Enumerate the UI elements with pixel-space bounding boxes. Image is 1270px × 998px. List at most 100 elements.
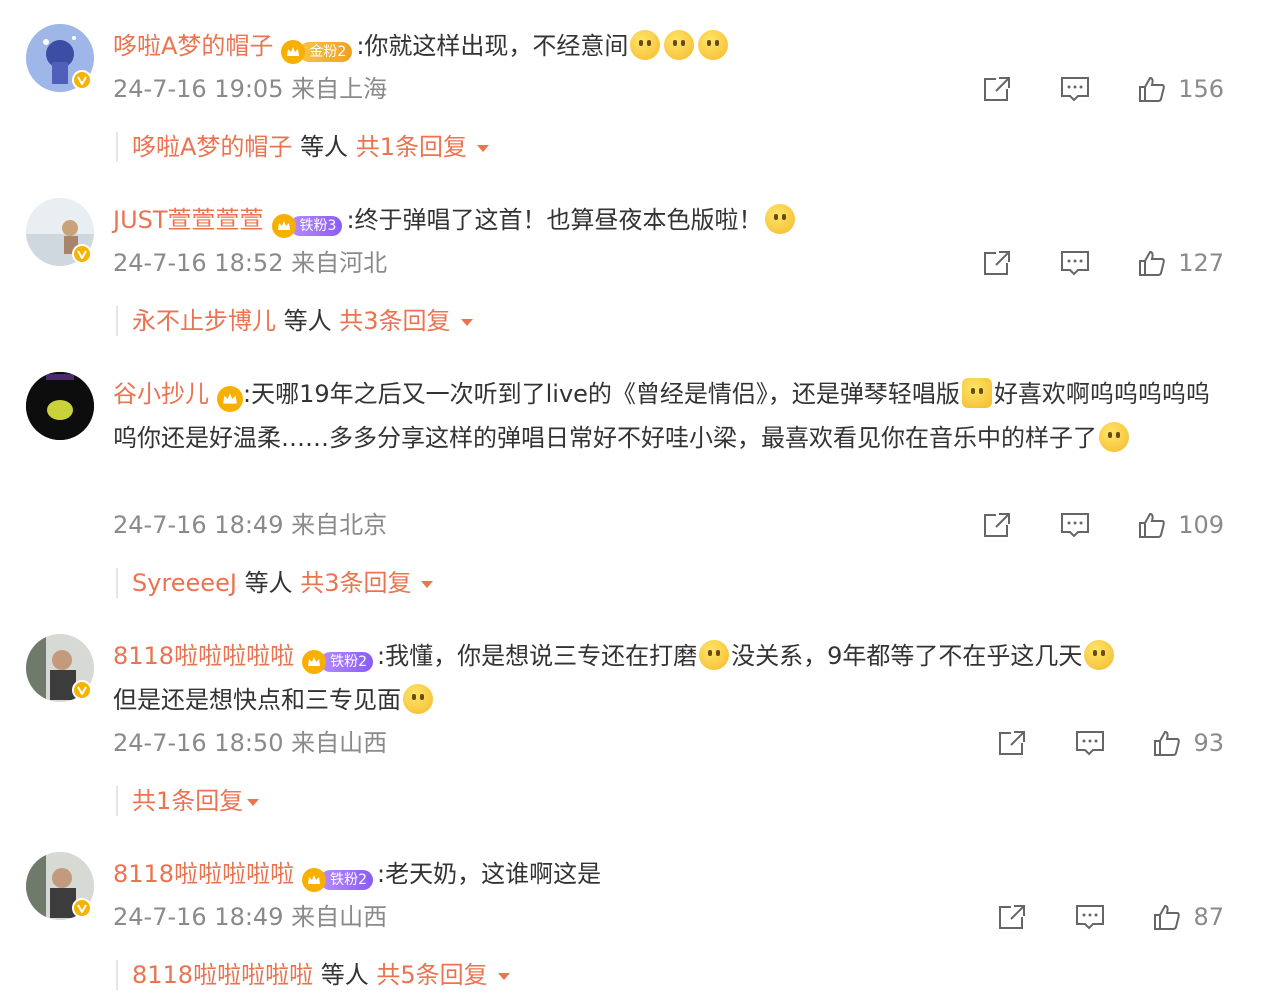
comment-time: 24-7-16 18:50 (113, 729, 284, 757)
comment-actions: 156 (982, 74, 1224, 104)
thumbs-up-icon (1139, 76, 1165, 102)
like-button[interactable]: 93 (1153, 728, 1224, 758)
sad-emoji-icon (403, 684, 433, 714)
comment-content: 8118啦啦啦啦啦 铁粉2:我懂，你是想说三专还在打磨 没关系，9年都等了不在乎这几… (113, 634, 1228, 722)
reply-count[interactable]: 共5条回复 (376, 961, 487, 989)
verified-icon (72, 898, 92, 918)
comment-username[interactable]: 8118啦啦啦啦啦 (113, 860, 294, 888)
like-button[interactable]: 87 (1153, 902, 1224, 932)
comment-meta: 24-7-16 18:50 来自山西 (113, 728, 387, 758)
comment-username[interactable]: 8118啦啦啦啦啦 (113, 642, 294, 670)
crown-icon (281, 40, 306, 64)
share-button[interactable] (982, 75, 1012, 103)
comment-item: 哆啦A梦的帽子 金粉2:你就这样出现，不经意间 24-7-16 19:05 来自上… (0, 24, 1270, 174)
share-icon (984, 77, 1011, 101)
share-button[interactable] (997, 729, 1027, 757)
avatar[interactable] (26, 372, 94, 440)
chevron-down-icon (460, 319, 473, 326)
crown-icon (217, 386, 243, 412)
comment-time: 24-7-16 18:49 (113, 903, 284, 931)
like-count: 87 (1193, 903, 1224, 931)
like-count: 109 (1178, 511, 1224, 539)
comment-button[interactable] (1060, 249, 1090, 277)
comment-username[interactable]: JUST萱萱萱萱 (113, 206, 264, 234)
comment-button[interactable] (1060, 511, 1090, 539)
fan-badge: 金粉2 (281, 39, 353, 65)
like-count: 127 (1178, 249, 1224, 277)
like-count: 156 (1178, 75, 1224, 103)
share-button[interactable] (982, 249, 1012, 277)
comment-content: 8118啦啦啦啦啦 铁粉2:老天奶，这谁啊这是 (113, 852, 1228, 896)
chevron-down-icon (247, 799, 260, 806)
reply-summary[interactable]: 哆啦A梦的帽子 等人 共1条回复 (116, 132, 489, 162)
share-icon (984, 513, 1011, 537)
comment-button[interactable] (1075, 729, 1105, 757)
comment-actions: 93 (997, 728, 1224, 758)
fan-badge-label: 铁粉2 (320, 870, 373, 890)
like-button[interactable]: 127 (1138, 248, 1224, 278)
reply-username[interactable]: 哆啦A梦的帽子 (132, 133, 292, 161)
reply-summary[interactable]: SyreeeeJ 等人 共3条回复 (116, 568, 434, 598)
like-button[interactable]: 109 (1138, 510, 1224, 540)
comment-content: 哆啦A梦的帽子 金粉2:你就这样出现，不经意间 (113, 24, 1228, 68)
reply-count[interactable]: 共1条回复 (356, 133, 467, 161)
comment-icon (1061, 513, 1090, 538)
comment-content: JUST萱萱萱萱 铁粉3:终于弹唱了这首！也算昼夜本色版啦！ (113, 198, 1228, 242)
comment-text: :你就这样出现，不经意间 (356, 32, 629, 60)
fan-badge-label: 铁粉2 (320, 652, 373, 672)
reply-summary[interactable]: 8118啦啦啦啦啦 等人 共5条回复 (116, 960, 510, 990)
reply-summary[interactable]: 共1条回复 (116, 786, 260, 816)
reply-username[interactable]: 8118啦啦啦啦啦 (132, 961, 313, 989)
reply-count[interactable]: 共3条回复 (300, 569, 411, 597)
comment-location: 来自山西 (291, 729, 388, 757)
dog-emoji-icon (961, 378, 992, 408)
comment-meta: 24-7-16 18:49 来自北京 (113, 510, 387, 540)
comment-actions: 109 (982, 510, 1224, 540)
comment-time: 24-7-16 18:49 (113, 511, 284, 539)
comment-username[interactable]: 哆啦A梦的帽子 (113, 32, 273, 60)
verified-icon (72, 680, 92, 700)
thumbs-up-icon (1154, 904, 1181, 930)
comment-item: 8118啦啦啦啦啦 铁粉2:我懂，你是想说三专还在打磨 没关系，9年都等了不在乎这几… (0, 634, 1270, 824)
fan-badge-label: 金粉2 (299, 42, 353, 62)
reply-count[interactable]: 共1条回复 (132, 787, 243, 815)
comment-location: 来自上海 (291, 75, 388, 103)
comment-list: 哆啦A梦的帽子 金粉2:你就这样出现，不经意间 24-7-16 19:05 来自上… (0, 0, 1270, 998)
sad-emoji-icon (1099, 422, 1129, 452)
comment-text: :我懂，你是想说三专还在打磨 (377, 642, 698, 670)
chevron-down-icon (476, 145, 489, 152)
comment-text-cont: 没关系，9年都等了不在乎这几天 (731, 642, 1083, 670)
reply-username[interactable]: 永不止步博儿 (132, 307, 276, 335)
crown-icon (302, 868, 327, 892)
chevron-down-icon (421, 581, 434, 588)
fan-badge-label: 铁粉3 (289, 216, 343, 236)
comment-icon (1076, 905, 1105, 930)
comment-meta: 24-7-16 19:05 来自上海 (113, 74, 387, 104)
comment-actions: 127 (982, 248, 1224, 278)
share-button[interactable] (982, 511, 1012, 539)
comment-button[interactable] (1060, 75, 1090, 103)
thumbs-up-icon (1139, 250, 1165, 276)
reply-mid-text: 等人 (300, 133, 349, 161)
reply-summary[interactable]: 永不止步博儿 等人 共3条回复 (116, 306, 473, 336)
like-button[interactable]: 156 (1138, 74, 1224, 104)
comment-icon (1061, 251, 1090, 276)
comment-time: 24-7-16 19:05 (113, 75, 284, 103)
comment-actions: 87 (997, 902, 1224, 932)
comment-text: :老天奶，这谁啊这是 (377, 860, 602, 888)
thumbs-up-icon (1154, 730, 1181, 756)
comment-meta: 24-7-16 18:52 来自河北 (113, 248, 387, 278)
share-button[interactable] (997, 903, 1027, 931)
verified-icon (72, 244, 92, 264)
reply-mid-text: 等人 (320, 961, 369, 989)
verified-icon (72, 70, 92, 90)
crown-icon (302, 650, 327, 674)
comment-text: :终于弹唱了这首！也算昼夜本色版啦！ (346, 206, 763, 234)
comment-username[interactable]: 谷小抄儿 (113, 380, 209, 408)
glasses-emoji-icon (699, 640, 730, 670)
comment-button[interactable] (1075, 903, 1105, 931)
reply-username[interactable]: SyreeeeJ (132, 569, 237, 597)
crying-emoji-icon (664, 30, 695, 60)
reply-count[interactable]: 共3条回复 (339, 307, 450, 335)
thumbs-up-icon (1139, 512, 1165, 538)
